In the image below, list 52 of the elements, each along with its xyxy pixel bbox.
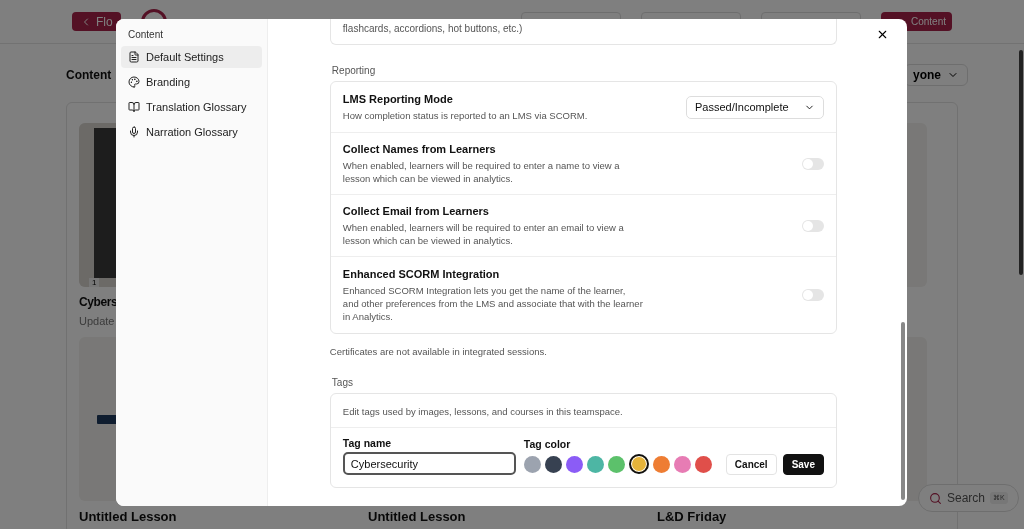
setting-title: Collect Names from Learners xyxy=(342,142,497,155)
back-button[interactable]: Flo xyxy=(72,12,121,31)
toggle-switch[interactable] xyxy=(802,289,824,301)
sidebar-item[interactable]: Branding xyxy=(121,71,262,93)
settings-card-text: flashcards, accordions, hot buttons, etc.) xyxy=(329,19,837,45)
mode-select[interactable]: Passed/Incomplete xyxy=(686,95,824,119)
field-label: Tag color xyxy=(523,438,572,450)
sidebar-heading: Content xyxy=(127,29,165,42)
tags-description: Edit tags used by images, lessons, and courses in this teamspace. xyxy=(330,394,836,428)
document-icon xyxy=(128,51,140,63)
page-heading: Content xyxy=(66,68,112,82)
certificates-note: Certificates are not available in integrated sessions. xyxy=(329,346,548,357)
book-icon xyxy=(128,101,140,113)
close-icon[interactable] xyxy=(876,28,889,41)
search-icon xyxy=(929,491,942,505)
scrollbar[interactable] xyxy=(1019,50,1023,275)
toggle-switch[interactable] xyxy=(802,219,824,232)
toggle-switch[interactable] xyxy=(802,157,824,170)
sidebar-item[interactable]: Default Settings xyxy=(121,46,262,68)
card-title[interactable]: L&D Friday xyxy=(657,509,727,525)
tag-name-field[interactable]: Cybersecurity xyxy=(342,452,516,475)
cancel-button[interactable]: Cancel xyxy=(725,454,777,475)
color-swatch[interactable] xyxy=(523,455,541,473)
setting-title: Enhanced SCORM Integration xyxy=(342,267,501,280)
card-title[interactable]: Cybers xyxy=(79,295,118,311)
card-title[interactable]: Untitled Lesson xyxy=(79,509,177,525)
scrollbar[interactable] xyxy=(901,322,905,500)
color-swatch[interactable] xyxy=(652,455,670,473)
setting-description: When enabled, learners will be required to enter a name to view a lesson which can be viewed in analytics. xyxy=(342,158,621,185)
color-swatch[interactable] xyxy=(694,455,712,473)
setting-title: Collect Email from Learners xyxy=(342,204,490,217)
setting-description: How completion status is reported to an LMS via SCORM. xyxy=(342,108,589,122)
setting-description: Enhanced SCORM Integration lets you get the name of the learner, and other preferences from the LMS and associate that with the learner in Analytics. xyxy=(342,283,643,323)
save-button[interactable]: Save xyxy=(782,454,824,475)
card-subtitle: Update xyxy=(79,315,115,329)
card-title[interactable]: Untitled Lesson xyxy=(368,509,466,525)
setting-title: LMS Reporting Mode xyxy=(342,92,454,105)
color-swatch[interactable] xyxy=(544,455,562,473)
sidebar-item[interactable]: Narration Glossary xyxy=(121,121,262,143)
color-swatch[interactable] xyxy=(628,454,649,474)
palette-icon xyxy=(128,76,140,88)
section-label: Tags xyxy=(331,377,354,388)
field-label: Tag name xyxy=(342,437,393,449)
sidebar-item[interactable]: Translation Glossary xyxy=(121,96,262,118)
setting-description: When enabled, learners will be required to enter an email to view a lesson which can be viewed in analytics. xyxy=(342,220,625,247)
color-swatch[interactable] xyxy=(586,455,604,473)
microphone-icon xyxy=(128,126,140,138)
color-swatch[interactable] xyxy=(673,455,691,473)
color-swatch[interactable] xyxy=(565,455,583,473)
color-swatch[interactable] xyxy=(607,455,625,473)
section-label: Reporting xyxy=(331,65,377,76)
page-number: 1 xyxy=(89,278,100,287)
